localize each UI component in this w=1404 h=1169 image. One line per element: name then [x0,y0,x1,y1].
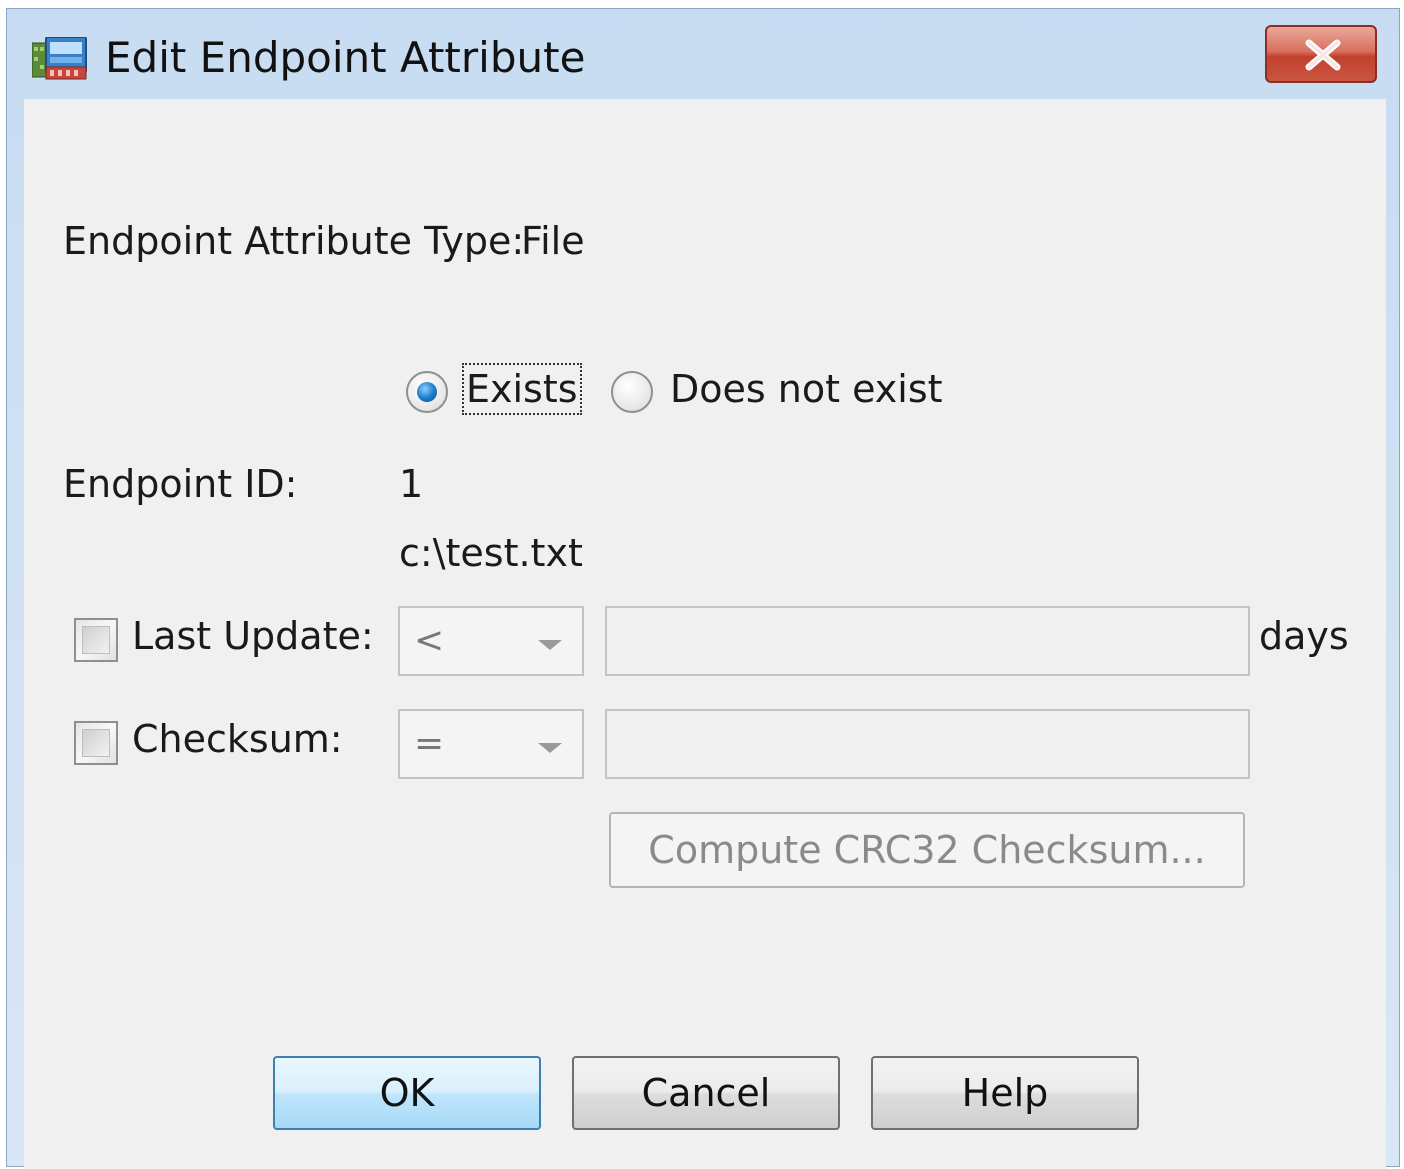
attribute-type-label: Endpoint Attribute Type: [63,219,525,263]
last-update-operator-value: < [414,620,445,661]
radio-does-not-exist-control[interactable] [611,371,653,413]
ok-button[interactable]: OK [273,1056,541,1130]
close-x-icon [1305,39,1341,71]
last-update-operator-select[interactable]: < [398,606,584,676]
endpoint-id-value: 1 [399,462,424,506]
last-update-days-input[interactable] [605,606,1250,676]
radio-does-not-exist-label[interactable]: Does not exist [670,367,943,411]
last-update-label[interactable]: Last Update: [132,614,374,658]
checksum-operator-select[interactable]: = [398,709,584,779]
last-update-checkbox[interactable] [74,618,118,662]
checksum-operator-value: = [414,723,445,764]
title-bar[interactable]: Edit Endpoint Attribute [7,9,1399,99]
checksum-checkbox[interactable] [74,721,118,765]
chevron-down-icon [538,743,562,753]
chevron-down-icon [538,640,562,650]
radio-exists-control[interactable] [406,371,448,413]
endpoint-id-label: Endpoint ID: [63,462,298,506]
window-title: Edit Endpoint Attribute [105,33,586,82]
file-path: c:\test.txt [399,531,583,575]
endpoint-attribute-app-icon [31,36,88,81]
dialog-content: Endpoint Attribute Type: File Exists Doe… [24,99,1386,1169]
attribute-type-value: File [521,219,585,263]
close-button[interactable] [1265,25,1377,83]
checksum-label[interactable]: Checksum: [132,717,343,761]
dialog-window: Edit Endpoint Attribute Endpoint Attribu… [6,8,1400,1169]
radio-exists-label[interactable]: Exists [462,363,582,415]
checksum-input[interactable] [605,709,1250,779]
cancel-button[interactable]: Cancel [572,1056,840,1130]
help-button[interactable]: Help [871,1056,1139,1130]
days-unit-label: days [1259,614,1349,658]
compute-crc32-checksum-button[interactable]: Compute CRC32 Checksum... [609,812,1245,888]
